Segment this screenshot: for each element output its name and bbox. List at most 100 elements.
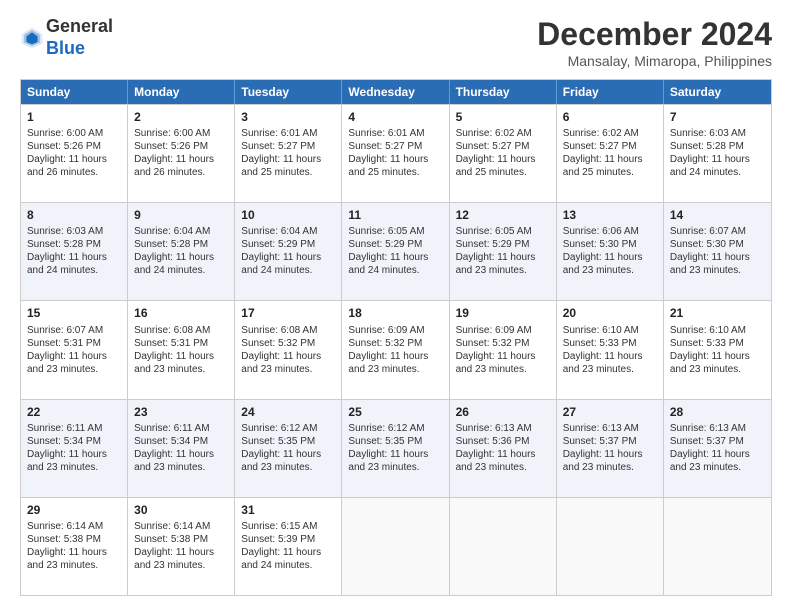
logo-general: General [46,16,113,36]
cal-cell-6: 6 Sunrise: 6:02 AM Sunset: 5:27 PM Daylig… [557,105,664,202]
cal-cell-7: 7Sunrise: 6:03 AM Sunset: 5:28 PM Daylig… [664,105,771,202]
week-row-2: 8Sunrise: 6:03 AM Sunset: 5:28 PM Daylig… [21,202,771,300]
cal-cell-25: 25Sunrise: 6:12 AM Sunset: 5:35 PM Dayli… [342,400,449,497]
day-number: 10 [241,207,335,223]
day-info: Sunrise: 6:14 AM Sunset: 5:38 PM Dayligh… [27,520,121,572]
day-info: Sunrise: 6:09 AM Sunset: 5:32 PM Dayligh… [348,324,442,376]
day-info: Sunrise: 6:13 AM Sunset: 5:36 PM Dayligh… [456,422,550,474]
title-area: December 2024 Mansalay, Mimaropa, Philip… [537,16,772,69]
logo-area: General Blue [20,16,113,59]
day-number: 22 [27,404,121,420]
week-row-4: 22Sunrise: 6:11 AM Sunset: 5:34 PM Dayli… [21,399,771,497]
day-number: 28 [670,404,765,420]
day-info: Sunrise: 6:08 AM Sunset: 5:32 PM Dayligh… [241,324,335,376]
cal-cell-12: 12 Sunrise: 6:05 AM Sunset: 5:29 PM Dayli… [450,203,557,300]
cal-cell-5: 5 Sunrise: 6:02 AM Sunset: 5:27 PM Daylig… [450,105,557,202]
cal-cell-10: 10 Sunrise: 6:04 AM Sunset: 5:29 PM Dayli… [235,203,342,300]
cal-cell-30: 30 Sunrise: 6:14 AM Sunset: 5:38 PM Dayli… [128,498,235,595]
day-number: 25 [348,404,442,420]
logo-icon [20,26,44,50]
day-number: 26 [456,404,550,420]
day-info: Sunrise: 6:05 AM Sunset: 5:29 PM Dayligh… [456,225,550,277]
day-info: Sunrise: 6:01 AM Sunset: 5:27 PM Dayligh… [241,127,335,179]
cal-cell-26: 26 Sunrise: 6:13 AM Sunset: 5:36 PM Dayli… [450,400,557,497]
day-number: 23 [134,404,228,420]
day-info: Sunrise: 6:14 AM Sunset: 5:38 PM Dayligh… [134,520,228,572]
day-info: Sunrise: 6:10 AM Sunset: 5:33 PM Dayligh… [563,324,657,376]
calendar: Sunday Monday Tuesday Wednesday Thursday… [20,79,772,596]
cal-cell-31: 31 Sunrise: 6:15 AM Sunset: 5:39 PM Dayli… [235,498,342,595]
cal-cell-9: 9 Sunrise: 6:04 AM Sunset: 5:28 PM Daylig… [128,203,235,300]
day-info: Sunrise: 6:12 AM Sunset: 5:35 PM Dayligh… [241,422,335,474]
cal-cell-empty [342,498,449,595]
day-number: 29 [27,502,121,518]
day-number: 12 [456,207,550,223]
weekday-sunday: Sunday [21,80,128,104]
page: General Blue December 2024 Mansalay, Mim… [0,0,792,612]
cal-cell-24: 24 Sunrise: 6:12 AM Sunset: 5:35 PM Dayli… [235,400,342,497]
day-number: 24 [241,404,335,420]
day-number: 30 [134,502,228,518]
logo-blue: Blue [46,38,85,58]
day-info: Sunrise: 6:03 AM Sunset: 5:28 PM Dayligh… [27,225,121,277]
cal-cell-11: 11Sunrise: 6:05 AM Sunset: 5:29 PM Dayli… [342,203,449,300]
calendar-body: 1Sunrise: 6:00 AM Sunset: 5:26 PM Daylig… [21,104,771,595]
day-number: 18 [348,305,442,321]
day-number: 9 [134,207,228,223]
day-number: 31 [241,502,335,518]
logo-text: General Blue [46,16,113,59]
calendar-header: Sunday Monday Tuesday Wednesday Thursday… [21,80,771,104]
cal-cell-19: 19Sunrise: 6:09 AM Sunset: 5:32 PM Dayli… [450,301,557,398]
cal-cell-27: 27 Sunrise: 6:13 AM Sunset: 5:37 PM Dayli… [557,400,664,497]
cal-cell-empty [664,498,771,595]
cal-cell-20: 20 Sunrise: 6:10 AM Sunset: 5:33 PM Dayli… [557,301,664,398]
weekday-tuesday: Tuesday [235,80,342,104]
day-info: Sunrise: 6:10 AM Sunset: 5:33 PM Dayligh… [670,324,765,376]
cal-cell-2: 2Sunrise: 6:00 AM Sunset: 5:26 PM Daylig… [128,105,235,202]
day-number: 5 [456,109,550,125]
cal-cell-8: 8Sunrise: 6:03 AM Sunset: 5:28 PM Daylig… [21,203,128,300]
day-info: Sunrise: 6:00 AM Sunset: 5:26 PM Dayligh… [27,127,121,179]
cal-cell-21: 21 Sunrise: 6:10 AM Sunset: 5:33 PM Dayli… [664,301,771,398]
day-info: Sunrise: 6:15 AM Sunset: 5:39 PM Dayligh… [241,520,335,572]
weekday-monday: Monday [128,80,235,104]
weekday-wednesday: Wednesday [342,80,449,104]
day-number: 3 [241,109,335,125]
day-number: 16 [134,305,228,321]
location: Mansalay, Mimaropa, Philippines [537,53,772,69]
weekday-saturday: Saturday [664,80,771,104]
day-number: 27 [563,404,657,420]
day-number: 21 [670,305,765,321]
day-info: Sunrise: 6:06 AM Sunset: 5:30 PM Dayligh… [563,225,657,277]
cal-cell-15: 15 Sunrise: 6:07 AM Sunset: 5:31 PM Dayli… [21,301,128,398]
week-row-3: 15 Sunrise: 6:07 AM Sunset: 5:31 PM Dayli… [21,300,771,398]
cal-cell-1: 1Sunrise: 6:00 AM Sunset: 5:26 PM Daylig… [21,105,128,202]
cal-cell-3: 3 Sunrise: 6:01 AM Sunset: 5:27 PM Daylig… [235,105,342,202]
day-number: 17 [241,305,335,321]
day-info: Sunrise: 6:04 AM Sunset: 5:28 PM Dayligh… [134,225,228,277]
day-number: 20 [563,305,657,321]
day-number: 6 [563,109,657,125]
day-number: 15 [27,305,121,321]
weekday-friday: Friday [557,80,664,104]
cal-cell-14: 14Sunrise: 6:07 AM Sunset: 5:30 PM Dayli… [664,203,771,300]
day-info: Sunrise: 6:04 AM Sunset: 5:29 PM Dayligh… [241,225,335,277]
month-title: December 2024 [537,16,772,53]
day-info: Sunrise: 6:13 AM Sunset: 5:37 PM Dayligh… [563,422,657,474]
day-info: Sunrise: 6:03 AM Sunset: 5:28 PM Dayligh… [670,127,765,179]
day-info: Sunrise: 6:01 AM Sunset: 5:27 PM Dayligh… [348,127,442,179]
day-number: 13 [563,207,657,223]
cal-cell-28: 28 Sunrise: 6:13 AM Sunset: 5:37 PM Dayli… [664,400,771,497]
header: General Blue December 2024 Mansalay, Mim… [20,16,772,69]
day-info: Sunrise: 6:13 AM Sunset: 5:37 PM Dayligh… [670,422,765,474]
day-info: Sunrise: 6:02 AM Sunset: 5:27 PM Dayligh… [456,127,550,179]
day-number: 4 [348,109,442,125]
day-info: Sunrise: 6:02 AM Sunset: 5:27 PM Dayligh… [563,127,657,179]
day-number: 19 [456,305,550,321]
day-info: Sunrise: 6:07 AM Sunset: 5:30 PM Dayligh… [670,225,765,277]
day-info: Sunrise: 6:08 AM Sunset: 5:31 PM Dayligh… [134,324,228,376]
day-info: Sunrise: 6:00 AM Sunset: 5:26 PM Dayligh… [134,127,228,179]
cal-cell-4: 4 Sunrise: 6:01 AM Sunset: 5:27 PM Daylig… [342,105,449,202]
cal-cell-empty [450,498,557,595]
day-info: Sunrise: 6:07 AM Sunset: 5:31 PM Dayligh… [27,324,121,376]
